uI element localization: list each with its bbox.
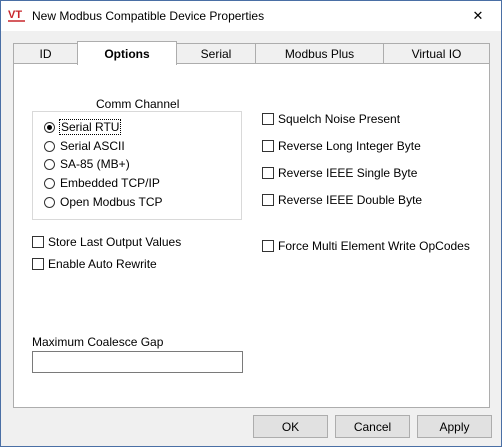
radio-serial-rtu[interactable]: Serial RTU: [44, 119, 122, 135]
coalesce-gap-input[interactable]: [32, 351, 243, 373]
checkbox-box[interactable]: [32, 258, 44, 270]
radio-label: Embedded TCP/IP: [60, 176, 160, 190]
radio-label: SA-85 (MB+): [60, 157, 130, 171]
checkbox-box[interactable]: [32, 236, 44, 248]
checkbox-label: Reverse IEEE Double Byte: [278, 193, 423, 207]
close-button[interactable]: ✕: [455, 1, 501, 31]
ok-button[interactable]: OK: [253, 415, 328, 438]
checkbox-label: Squelch Noise Present: [278, 112, 401, 126]
reverse-ieee-double-checkbox[interactable]: Reverse IEEE Double Byte: [262, 192, 422, 208]
tab-serial[interactable]: Serial: [176, 43, 256, 63]
radio-serial-ascii[interactable]: Serial ASCII: [44, 138, 125, 154]
radio-label: Serial RTU: [58, 119, 122, 135]
radio-open-modbus-tcp[interactable]: Open Modbus TCP: [44, 194, 163, 210]
radio-button[interactable]: [44, 177, 55, 189]
radio-label: Open Modbus TCP: [60, 195, 163, 209]
tab-virtual-io[interactable]: Virtual IO: [383, 43, 490, 63]
tab-options[interactable]: Options: [77, 41, 177, 65]
radio-label: Serial ASCII: [60, 139, 125, 153]
comm-channel-title: Comm Channel: [96, 97, 180, 111]
radio-sa85[interactable]: SA-85 (MB+): [44, 156, 130, 172]
radio-embedded-tcpip[interactable]: Embedded TCP/IP: [44, 175, 160, 191]
reverse-long-integer-checkbox[interactable]: Reverse Long Integer Byte: [262, 138, 421, 154]
tab-label: Virtual IO: [411, 46, 462, 61]
vt-app-icon: VT: [8, 9, 25, 22]
checkbox-box[interactable]: [262, 194, 274, 206]
radio-selected-dot: [47, 124, 52, 130]
properties-dialog: VT New Modbus Compatible Device Properti…: [0, 0, 502, 447]
radio-button[interactable]: [44, 121, 55, 133]
tab-label: ID: [39, 46, 52, 61]
checkbox-box[interactable]: [262, 167, 274, 179]
svg-text:VT: VT: [8, 9, 22, 21]
checkbox-label: Store Last Output Values: [48, 235, 182, 249]
cancel-button[interactable]: Cancel: [335, 415, 410, 438]
squelch-noise-checkbox[interactable]: Squelch Noise Present: [262, 111, 400, 127]
radio-button[interactable]: [44, 158, 55, 170]
title-bar: VT New Modbus Compatible Device Properti…: [1, 1, 501, 31]
store-last-output-checkbox[interactable]: Store Last Output Values: [32, 234, 181, 250]
checkbox-label: Reverse IEEE Single Byte: [278, 166, 418, 180]
checkbox-box[interactable]: [262, 240, 274, 252]
checkbox-label: Reverse Long Integer Byte: [278, 139, 421, 153]
radio-button[interactable]: [44, 140, 55, 152]
tab-label: Serial: [200, 46, 232, 61]
tab-label: Options: [104, 46, 150, 61]
apply-button[interactable]: Apply: [417, 415, 492, 438]
tab-modbus-plus[interactable]: Modbus Plus: [255, 43, 384, 63]
close-icon: ✕: [472, 8, 484, 23]
tab-id[interactable]: ID: [13, 43, 78, 63]
window-title: New Modbus Compatible Device Properties: [32, 9, 265, 23]
checkbox-label: Enable Auto Rewrite: [48, 257, 157, 271]
radio-button[interactable]: [44, 196, 55, 208]
enable-auto-rewrite-checkbox[interactable]: Enable Auto Rewrite: [32, 256, 157, 272]
checkbox-label: Force Multi Element Write OpCodes: [278, 239, 470, 253]
reverse-ieee-single-checkbox[interactable]: Reverse IEEE Single Byte: [262, 165, 417, 181]
checkbox-box[interactable]: [262, 140, 274, 152]
tab-label: Modbus Plus: [284, 46, 355, 61]
force-multi-element-checkbox[interactable]: Force Multi Element Write OpCodes: [262, 238, 470, 254]
checkbox-box[interactable]: [262, 113, 274, 125]
coalesce-gap-label: Maximum Coalesce Gap: [32, 335, 164, 349]
